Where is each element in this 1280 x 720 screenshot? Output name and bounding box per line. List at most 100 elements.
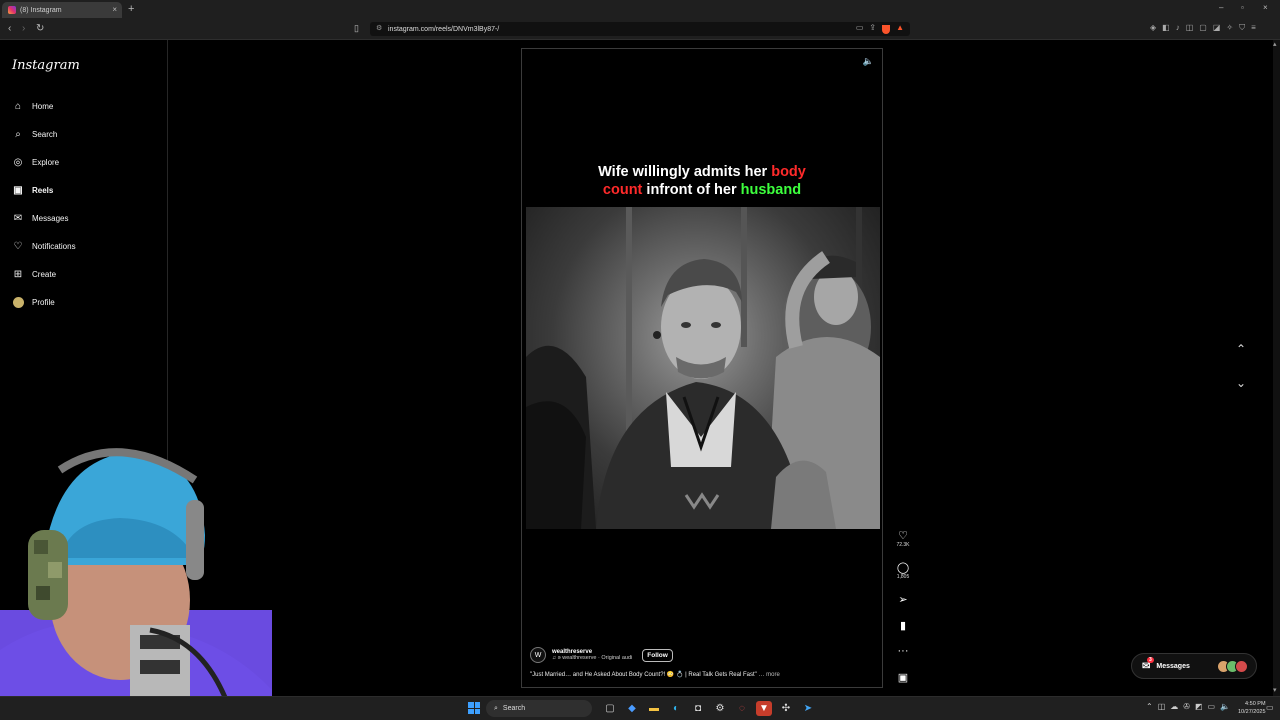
sidebar-item-label: Notifications (32, 241, 76, 251)
volume-icon[interactable]: 🔈 (863, 56, 874, 67)
audio-thumbnail[interactable]: ▣ (893, 671, 913, 684)
sidebar-item-search[interactable]: ⌕ Search (12, 128, 57, 140)
bookmark-icon[interactable]: ▯ (354, 23, 359, 34)
save-button[interactable]: ▮ (893, 619, 913, 632)
reels-icon: ▣ (13, 184, 23, 196)
video-scene (526, 207, 880, 529)
clock-time: 4:50 PM (1245, 701, 1266, 707)
sidebar-toggle-icon[interactable]: ◫ (1186, 23, 1194, 33)
windows-start-icon[interactable] (468, 702, 480, 714)
chevron-up-icon[interactable]: ⌃ (1146, 702, 1153, 711)
audio-label[interactable]: ♫ ə wealthreserve · Original audi (552, 655, 632, 661)
reel-player[interactable]: 🔈 Wife willingly admits her body count i… (521, 48, 883, 688)
next-reel-chevron-down-icon[interactable]: ⌄ (1236, 376, 1246, 390)
tray-app-icon[interactable]: ✇ (1183, 702, 1190, 711)
extension-icon[interactable]: ◧ (1162, 23, 1170, 33)
caption-highlight-red: count (602, 182, 643, 198)
share-icon[interactable]: ⇪ (869, 23, 876, 34)
comment-button[interactable]: ◯ 1,805 (893, 561, 913, 580)
file-explorer-icon[interactable]: ▬ (646, 701, 662, 716)
minimize-button[interactable]: – (1219, 3, 1223, 12)
reader-icon[interactable]: ▭ (856, 23, 864, 34)
leo-icon[interactable]: ✧ (1226, 23, 1233, 33)
sidebar-item-label: Create (32, 269, 57, 279)
extension-icons: ◈ ◧ ♪ ◫ ▢ ◪ ✧ ⛉ ≡ (1150, 23, 1256, 33)
sidebar-item-profile[interactable]: Profile (12, 296, 55, 308)
sidebar-item-label: Reels (32, 185, 54, 195)
more-link[interactable]: … more (758, 672, 779, 678)
taskbar-clock[interactable]: 4:50 PM 10/27/2025 (1238, 700, 1266, 716)
brave-shield-icon[interactable] (882, 25, 891, 34)
tab-instagram[interactable]: (8) Instagram × (2, 2, 122, 18)
menu-icon[interactable]: ≡ (1251, 23, 1256, 33)
sidebar-item-explore[interactable]: ◎ Explore (12, 156, 60, 168)
caption-highlight-green: husband (740, 182, 802, 198)
site-info-icon[interactable]: ⚙ (376, 24, 382, 32)
bookmark-icon: ▮ (899, 620, 907, 632)
follow-button[interactable]: Follow (642, 648, 673, 662)
instagram-logo[interactable]: Instagram (12, 58, 80, 73)
reload-button[interactable]: ↻ (36, 23, 44, 34)
caption-highlight-red: body (771, 164, 806, 180)
reel-footer: W wealthreserve ♫ ə wealthreserve · Orig… (530, 647, 876, 678)
webcam-overlay (0, 440, 272, 720)
search-icon: ⌕ (494, 704, 498, 712)
browser-toolbar: ‹ › ↻ ▯ ⚙ instagram.com/reels/DNVm3lBy87… (0, 19, 1280, 40)
tray-app-icon[interactable]: ◩ (1195, 702, 1203, 711)
previous-reel-chevron-up-icon[interactable]: ⌃ (1236, 342, 1246, 356)
post-caption: "Just Married… and He Asked About Body C… (530, 671, 876, 678)
sidebar-item-label: Explore (32, 157, 60, 167)
messages-pill[interactable]: ✉ 3 Messages (1131, 653, 1257, 679)
sidebar-item-reels[interactable]: ▣ Reels (12, 184, 53, 196)
sidebar-item-create[interactable]: ⊞ Create (12, 268, 56, 280)
taskbar-search-placeholder: Search (502, 705, 526, 712)
taskbar-apps: ▢ ◆ ▬ ◐ ◘ ⚙ ◌ ▼ ✣ ➤ (602, 701, 816, 716)
volume-icon[interactable]: 🔈 (1220, 702, 1230, 711)
notification-icon[interactable]: ▭ (1266, 703, 1274, 712)
like-count: 72.3K (896, 542, 910, 548)
new-tab-button[interactable]: + (128, 3, 134, 15)
store-icon[interactable]: ◘ (690, 701, 706, 716)
search-icon: ⌕ (15, 128, 21, 140)
forward-button[interactable]: › (22, 23, 25, 34)
app-icon[interactable]: ◌ (734, 701, 750, 716)
browser-tab-strip: (8) Instagram × + – ▫ × (0, 0, 1280, 19)
like-button[interactable]: ♡ 72.3K (893, 529, 913, 548)
extension-icon[interactable]: ◈ (1150, 23, 1156, 33)
back-button[interactable]: ‹ (8, 23, 11, 34)
music-icon[interactable]: ♪ (1176, 23, 1180, 33)
video-frame[interactable] (526, 207, 880, 529)
sidebar-item-messages[interactable]: ✉ Messages (12, 212, 69, 224)
app-icon[interactable]: ✣ (778, 701, 794, 716)
sidebar-item-notifications[interactable]: ♡ Notifications (12, 240, 76, 252)
more-options-button[interactable]: ··· (893, 645, 913, 657)
settings-gear-icon[interactable]: ⚙ (712, 701, 728, 716)
share-button[interactable]: ➢ (893, 593, 913, 606)
sidebar-item-home[interactable]: ⌂ Home (12, 100, 53, 112)
tray-app-icon[interactable]: ◫ (1158, 702, 1166, 711)
wallet-icon[interactable]: ◪ (1213, 23, 1221, 33)
telegram-icon[interactable]: ➤ (800, 701, 816, 716)
taskbar-search[interactable]: ⌕ Search (486, 700, 592, 717)
scroll-up-arrow-icon[interactable]: ▴ (1273, 40, 1277, 48)
scroll-down-arrow-icon[interactable]: ▾ (1273, 686, 1277, 694)
tray-app-icon[interactable]: ☁ (1170, 702, 1178, 711)
brave-browser-icon[interactable]: ▼ (756, 701, 772, 716)
heart-icon: ♡ (13, 240, 23, 252)
brave-rewards-icon[interactable]: ▲ (896, 23, 904, 34)
tab-icon[interactable]: ▢ (1199, 23, 1207, 33)
shield-icon[interactable]: ⛉ (1239, 23, 1245, 33)
edge-icon[interactable]: ◐ (668, 701, 684, 716)
maximize-button[interactable]: ▫ (1241, 3, 1244, 12)
author-avatar[interactable]: W (530, 647, 546, 663)
plus-square-icon: ⊞ (13, 268, 23, 280)
tab-title: (8) Instagram (20, 6, 62, 14)
window-close-button[interactable]: × (1263, 3, 1268, 12)
address-bar[interactable]: ⚙ instagram.com/reels/DNVm3lBy87-/ ▭ ⇪ ▲ (370, 22, 910, 36)
copilot-icon[interactable]: ◆ (624, 701, 640, 716)
scrollbar[interactable]: ▴ ▾ (1273, 40, 1280, 696)
sidebar-item-label: Search (32, 129, 58, 139)
task-view-icon[interactable]: ▢ (602, 701, 618, 716)
network-icon[interactable]: ▭ (1208, 702, 1216, 711)
tab-close-icon[interactable]: × (112, 5, 117, 14)
